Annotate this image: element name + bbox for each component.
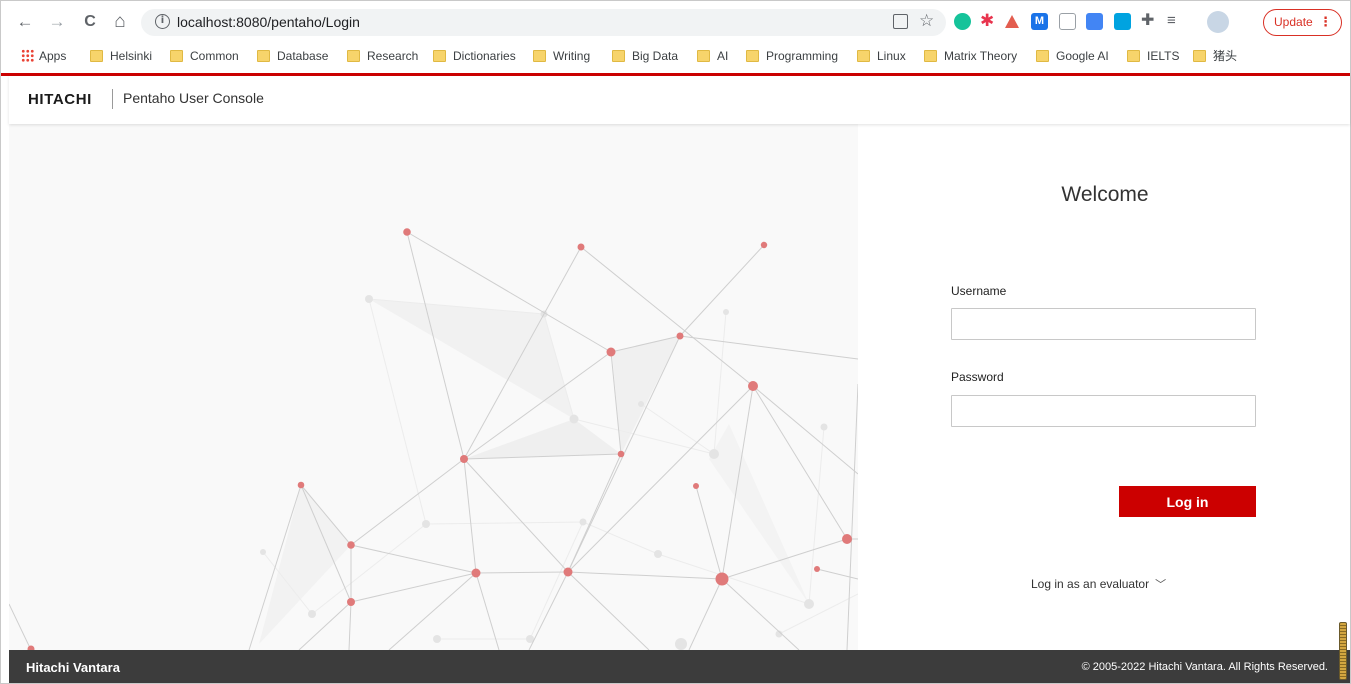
folder-icon bbox=[1193, 50, 1206, 62]
folder-icon bbox=[257, 50, 270, 62]
bookmarks-bar: Apps Helsinki Common Database Research D… bbox=[1, 41, 1350, 72]
folder-icon bbox=[533, 50, 546, 62]
bookmark-label: Helsinki bbox=[110, 49, 153, 63]
address-bar[interactable]: i localhost:8080/pentaho/Login ☆ bbox=[141, 9, 946, 36]
welcome-heading: Welcome bbox=[1061, 183, 1149, 206]
update-button[interactable]: Update ⋮ bbox=[1263, 9, 1342, 36]
qr-code-icon[interactable] bbox=[893, 14, 908, 29]
m-extension-icon[interactable]: M bbox=[1031, 13, 1048, 30]
browser-toolbar: ← → C ⌂ i localhost:8080/pentaho/Login ☆… bbox=[1, 1, 1350, 41]
app-title: Pentaho User Console bbox=[123, 90, 264, 106]
folder-icon bbox=[612, 50, 625, 62]
resize-grip-handle[interactable] bbox=[1339, 622, 1347, 680]
bookmark-folder[interactable]: Big Data bbox=[612, 48, 678, 66]
triangle-extension-icon[interactable] bbox=[1005, 15, 1019, 28]
bookmark-label: 猪头 bbox=[1213, 49, 1238, 63]
document-extension-icon[interactable] bbox=[1059, 13, 1076, 30]
more-menu-icon[interactable]: ⋮ bbox=[1319, 10, 1332, 34]
grammarly-extension-icon[interactable] bbox=[954, 13, 971, 30]
bookmark-folder[interactable]: Dictionaries bbox=[433, 48, 516, 66]
bookmark-label: Writing bbox=[553, 49, 591, 63]
bookmark-folder[interactable]: Database bbox=[257, 48, 328, 66]
asterisk-extension-icon[interactable]: ✱ bbox=[980, 12, 997, 29]
translate-extension-icon[interactable] bbox=[1086, 13, 1103, 30]
bookmark-label: IELTS bbox=[1147, 49, 1180, 63]
login-button[interactable]: Log in bbox=[1119, 486, 1256, 517]
hitachi-logo: HITACHI bbox=[28, 91, 92, 108]
username-label: Username bbox=[951, 284, 1007, 298]
password-input[interactable] bbox=[951, 395, 1256, 427]
copy-extension-icon[interactable] bbox=[1114, 13, 1131, 30]
footer-brand: Hitachi Vantara bbox=[26, 660, 120, 675]
home-icon[interactable]: ⌂ bbox=[111, 12, 129, 31]
bookmark-label: AI bbox=[717, 49, 729, 63]
password-label: Password bbox=[951, 370, 1004, 384]
folder-icon bbox=[857, 50, 870, 62]
copyright-text: © 2005-2022 Hitachi Vantara. All Rights … bbox=[1081, 661, 1328, 673]
network-graphic bbox=[9, 228, 858, 650]
update-label: Update bbox=[1274, 15, 1313, 29]
bookmark-apps[interactable]: Apps bbox=[21, 48, 66, 66]
username-input[interactable] bbox=[951, 308, 1256, 340]
bookmark-folder[interactable]: IELTS bbox=[1127, 48, 1179, 66]
bookmark-label: Programming bbox=[766, 49, 839, 63]
bookmark-label: Research bbox=[367, 49, 419, 63]
bookmark-label: Common bbox=[190, 49, 239, 63]
forward-arrow-icon[interactable]: → bbox=[48, 13, 66, 31]
folder-icon bbox=[433, 50, 446, 62]
decorative-network-panel bbox=[9, 124, 858, 650]
folder-icon bbox=[170, 50, 183, 62]
bookmark-label: Database bbox=[277, 49, 329, 63]
evaluator-link-label: Log in as an evaluator bbox=[1031, 577, 1150, 591]
bookmark-label: Linux bbox=[877, 49, 906, 63]
folder-icon bbox=[90, 50, 103, 62]
bookmark-star-icon[interactable]: ☆ bbox=[919, 11, 934, 31]
folder-icon bbox=[697, 50, 710, 62]
back-arrow-icon[interactable]: ← bbox=[16, 13, 34, 31]
app-header: HITACHI Pentaho User Console bbox=[9, 76, 1350, 124]
header-divider bbox=[112, 89, 113, 109]
bookmark-label: Apps bbox=[39, 49, 67, 63]
bookmark-folder[interactable]: Programming bbox=[746, 48, 838, 66]
bookmark-folder[interactable]: Helsinki bbox=[90, 48, 152, 66]
bookmark-folder[interactable]: Research bbox=[347, 48, 418, 66]
apps-grid-icon bbox=[21, 49, 34, 62]
bookmark-label: Matrix Theory bbox=[944, 49, 1018, 63]
bookmark-folder[interactable]: Matrix Theory bbox=[924, 48, 1017, 66]
evaluator-login-link[interactable]: Log in as an evaluator ﹀ bbox=[1031, 576, 1166, 592]
profile-avatar[interactable] bbox=[1207, 11, 1229, 33]
bookmark-folder[interactable]: Google AI bbox=[1036, 48, 1109, 66]
bookmark-folder[interactable]: AI bbox=[697, 48, 728, 66]
bookmark-folder[interactable]: Linux bbox=[857, 48, 906, 66]
folder-icon bbox=[746, 50, 759, 62]
bookmark-folder[interactable]: Common bbox=[170, 48, 239, 66]
bookmark-label: Big Data bbox=[632, 49, 679, 63]
login-panel: Welcome Username Password Log in Log in … bbox=[858, 124, 1350, 650]
folder-icon bbox=[1127, 50, 1140, 62]
bookmark-folder[interactable]: Writing bbox=[533, 48, 590, 66]
folder-icon bbox=[924, 50, 937, 62]
reading-list-icon[interactable]: ≡ bbox=[1167, 12, 1184, 29]
site-info-icon[interactable]: i bbox=[155, 14, 170, 29]
bookmark-folder[interactable]: 猪头 bbox=[1193, 48, 1237, 66]
folder-icon bbox=[1036, 50, 1049, 62]
puzzle-extensions-icon[interactable]: ✚ bbox=[1141, 12, 1158, 29]
folder-icon bbox=[347, 50, 360, 62]
url-text[interactable]: localhost:8080/pentaho/Login bbox=[177, 14, 360, 30]
chevron-down-icon: ﹀ bbox=[1155, 579, 1167, 591]
bookmark-label: Google AI bbox=[1056, 49, 1109, 63]
page-footer: Hitachi Vantara © 2005-2022 Hitachi Vant… bbox=[9, 650, 1350, 683]
reload-icon[interactable]: C bbox=[81, 13, 99, 31]
bookmark-label: Dictionaries bbox=[453, 49, 516, 63]
